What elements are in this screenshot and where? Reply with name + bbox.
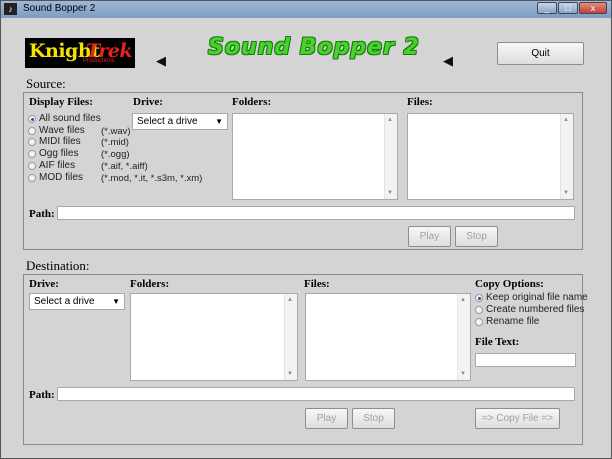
knighttrek-logo: Knight Trek Productions — [25, 38, 135, 68]
dest-folders-header: Folders: — [130, 278, 170, 290]
window-title: Sound Bopper 2 — [23, 3, 96, 14]
dest-path-field[interactable] — [57, 387, 575, 401]
dest-path-label: Path: — [29, 389, 55, 401]
source-folders-list[interactable]: ▲ ▼ — [232, 113, 398, 200]
copy-option-label: Keep original file name — [486, 292, 588, 303]
radio-button[interactable] — [28, 173, 36, 182]
source-folders-header: Folders: — [232, 96, 272, 108]
file-type-extension: (*.aif, *.aiff) — [101, 160, 148, 172]
logo-tagline: Productions — [83, 58, 115, 64]
radio-button[interactable] — [28, 161, 36, 170]
source-play-button[interactable]: Play — [408, 226, 451, 247]
copy-option-label: Create numbered files — [486, 304, 585, 315]
destination-label: Destination: — [26, 258, 90, 273]
source-files-list[interactable]: ▲ ▼ — [407, 113, 574, 200]
dest-stop-button[interactable]: Stop — [352, 408, 395, 429]
source-label: Source: — [26, 76, 66, 91]
scroll-down-icon[interactable]: ▼ — [287, 371, 293, 377]
file-type-extension: (*.ogg) — [101, 149, 130, 161]
file-text-field[interactable] — [475, 353, 576, 367]
title-bar[interactable]: ♪ Sound Bopper 2 _ □ x — [1, 1, 611, 18]
radio-button[interactable] — [28, 138, 36, 147]
dest-drive-select[interactable]: Select a drive ▼ — [29, 293, 125, 310]
dest-drive-select-value: Select a drive — [34, 296, 95, 307]
dest-files-header: Files: — [304, 278, 330, 290]
file-type-extension: (*.mid) — [101, 137, 129, 149]
scroll-up-icon[interactable]: ▲ — [287, 297, 293, 303]
speaker-left-icon: ◀ — [156, 53, 166, 68]
speaker-right-icon: ◀ — [443, 53, 453, 68]
dest-folders-scrollbar[interactable]: ▲ ▼ — [284, 294, 297, 380]
file-type-label: MIDI files — [39, 136, 81, 148]
minimize-button[interactable]: _ — [537, 2, 557, 14]
copy-file-button[interactable]: => Copy File => — [475, 408, 560, 429]
dest-files-scrollbar[interactable]: ▲ ▼ — [457, 294, 470, 380]
source-files-header: Files: — [407, 96, 433, 108]
radio-button[interactable] — [475, 306, 483, 314]
radio-button[interactable] — [28, 115, 36, 123]
speaker-app-icon: ♪ — [4, 3, 17, 15]
file-type-label: All sound files — [39, 113, 101, 124]
file-type-label: MOD files — [39, 171, 83, 183]
chevron-down-icon: ▼ — [112, 297, 120, 306]
file-type-label: AIF files — [39, 159, 76, 171]
source-files-scrollbar[interactable]: ▲ ▼ — [560, 114, 573, 199]
radio-button[interactable] — [28, 126, 36, 135]
scroll-up-icon[interactable]: ▲ — [460, 297, 466, 303]
app-window: ♪ Sound Bopper 2 _ □ x Knight Trek Produ… — [0, 0, 612, 459]
chevron-down-icon: ▼ — [215, 117, 223, 126]
source-drive-select-value: Select a drive — [137, 116, 198, 127]
scroll-up-icon[interactable]: ▲ — [387, 117, 393, 123]
close-button[interactable]: x — [579, 2, 607, 14]
scroll-down-icon[interactable]: ▼ — [563, 190, 569, 196]
file-type-label: Wave files — [39, 124, 85, 136]
source-path-field[interactable] — [57, 206, 575, 220]
dest-files-list[interactable]: ▲ ▼ — [305, 293, 471, 381]
radio-button[interactable] — [28, 150, 36, 159]
source-stop-button[interactable]: Stop — [455, 226, 498, 247]
file-type-label: Ogg files — [39, 148, 79, 160]
radio-button[interactable] — [475, 318, 483, 326]
main-panel: Knight Trek Productions ◀ Sound Bopper 2… — [8, 19, 605, 451]
source-path-label: Path: — [29, 208, 55, 220]
app-title: Sound Bopper 2 — [208, 35, 420, 60]
dest-folders-list[interactable]: ▲ ▼ — [130, 293, 298, 381]
dest-play-button[interactable]: Play — [305, 408, 348, 429]
source-group: Display Files: Drive: Folders: Files: Al… — [23, 92, 583, 250]
scroll-down-icon[interactable]: ▼ — [387, 190, 393, 196]
maximize-button[interactable]: □ — [558, 2, 578, 14]
source-folders-scrollbar[interactable]: ▲ ▼ — [384, 114, 397, 199]
copy-option-label: Rename file — [486, 316, 540, 327]
radio-button[interactable] — [475, 294, 483, 302]
file-type-extension: (*.mod, *.it, *.s3m, *.xm) — [101, 172, 203, 184]
dest-drive-header: Drive: — [29, 278, 59, 290]
quit-button[interactable]: Quit — [497, 42, 584, 65]
file-type-extension: (*.wav) — [101, 125, 131, 137]
display-files-header: Display Files: — [29, 96, 93, 108]
source-drive-header: Drive: — [133, 96, 163, 108]
source-drive-select[interactable]: Select a drive ▼ — [132, 113, 228, 130]
destination-group: Drive: Folders: Files: Copy Options: Sel… — [23, 274, 588, 445]
file-text-label: File Text: — [475, 336, 520, 348]
copy-options-header: Copy Options: — [475, 278, 544, 290]
scroll-down-icon[interactable]: ▼ — [460, 371, 466, 377]
scroll-up-icon[interactable]: ▲ — [563, 117, 569, 123]
